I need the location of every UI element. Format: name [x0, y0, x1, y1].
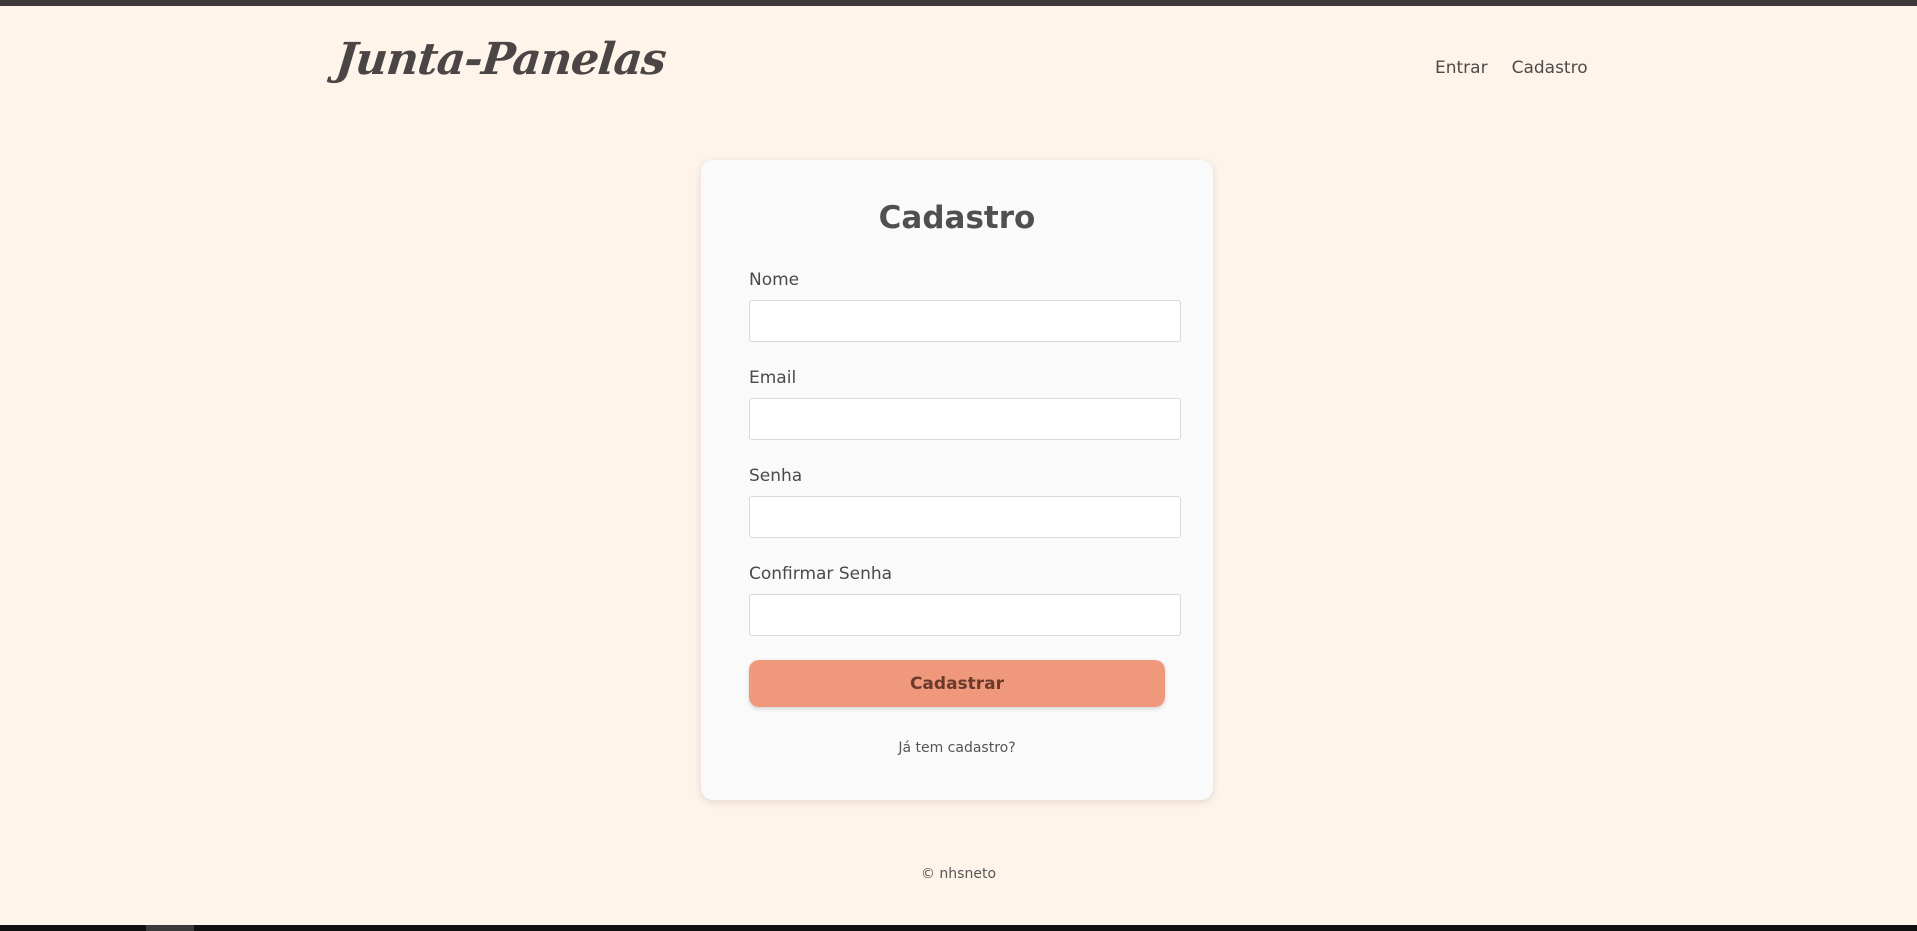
confirm-password-field[interactable] [749, 594, 1181, 636]
login-link[interactable]: Já tem cadastro? [701, 740, 1213, 756]
confirm-password-label: Confirmar Senha [749, 564, 893, 584]
form-title: Cadastro [878, 200, 1036, 236]
signup-card: Cadastro Nome Email Senha Confirmar Senh… [701, 160, 1213, 800]
email-field[interactable] [749, 398, 1181, 440]
site-logo[interactable]: Junta-Panelas [333, 34, 668, 85]
password-field[interactable] [749, 496, 1181, 538]
name-label: Nome [749, 270, 800, 290]
nav-link-cadastro[interactable]: Cadastro [1512, 58, 1588, 78]
nav-link-entrar[interactable]: Entrar [1435, 58, 1488, 78]
email-label: Email [749, 368, 797, 388]
top-nav: Entrar Cadastro [1435, 58, 1588, 78]
name-field[interactable] [749, 300, 1181, 342]
top-border [0, 0, 1917, 6]
taskbar-tab [146, 925, 194, 931]
submit-button[interactable]: Cadastrar [749, 660, 1165, 707]
footer-copyright: © nhsneto [920, 866, 997, 882]
password-label: Senha [749, 466, 803, 486]
bottom-taskbar [0, 925, 1917, 931]
